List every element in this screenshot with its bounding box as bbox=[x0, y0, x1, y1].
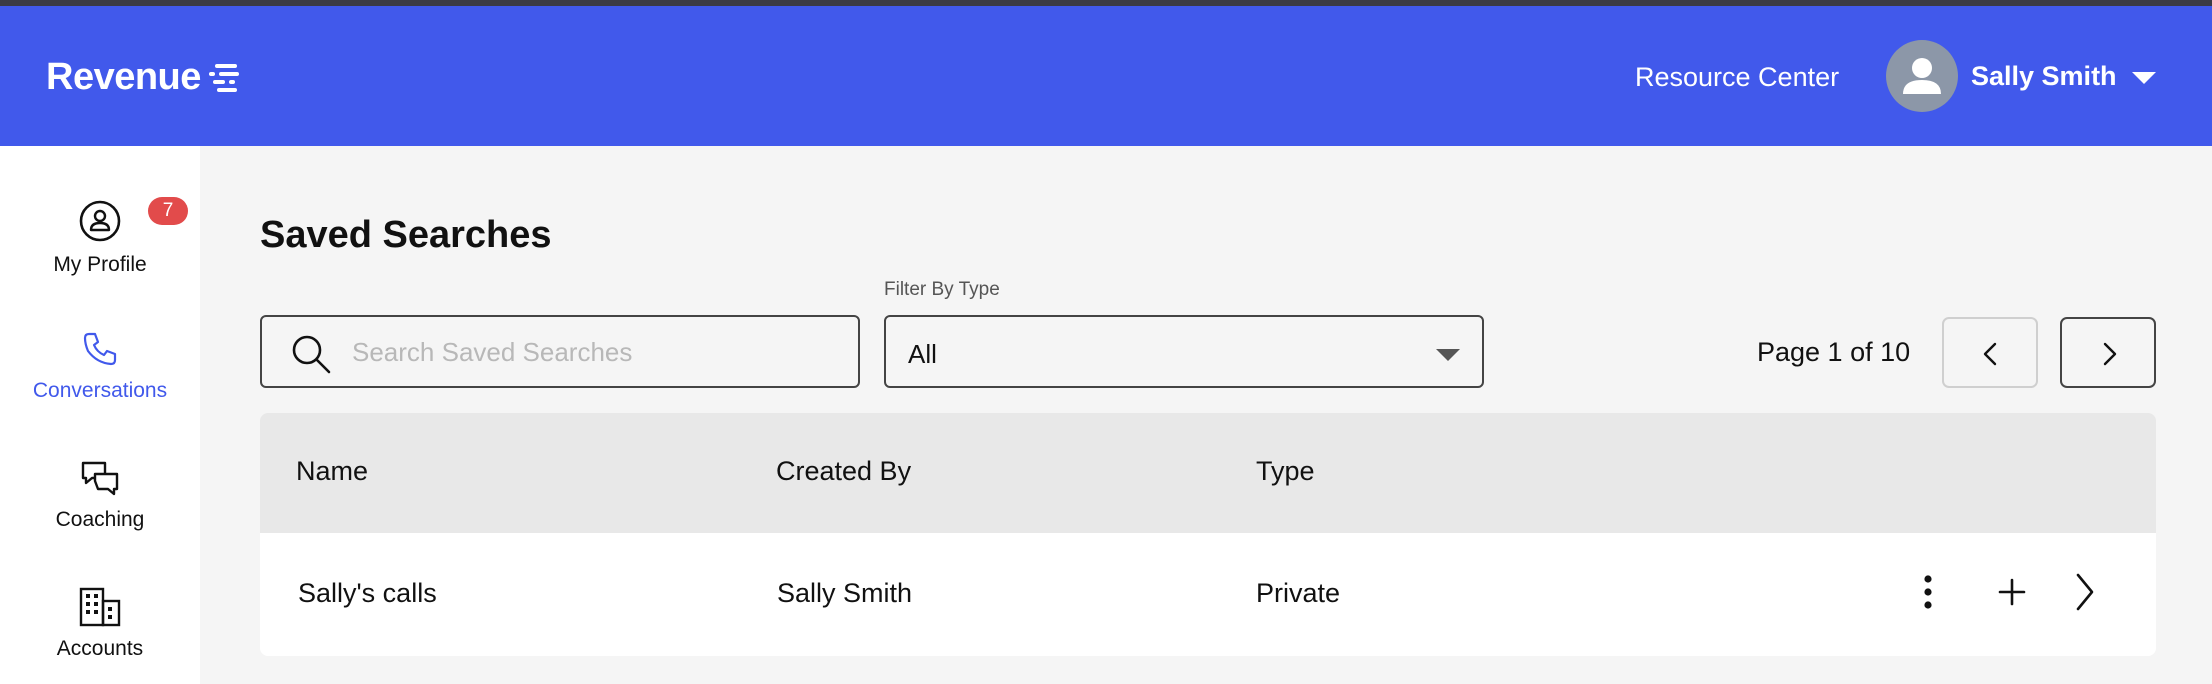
table-row[interactable]: Sally's calls Sally Smith Private bbox=[260, 533, 2156, 656]
sidebar-item-coaching[interactable]: Coaching bbox=[0, 458, 200, 532]
chevron-left-icon bbox=[1983, 342, 1997, 366]
chevron-right-icon bbox=[2103, 342, 2117, 366]
sidebar: My Profile 7 Conversations Coaching Acco… bbox=[0, 146, 200, 684]
person-icon bbox=[1903, 58, 1941, 94]
row-created-by-cell: Sally Smith bbox=[777, 578, 913, 608]
sidebar-item-label: Coaching bbox=[55, 508, 145, 531]
search-icon bbox=[292, 335, 331, 374]
add-icon[interactable] bbox=[1996, 572, 2028, 612]
building-icon bbox=[79, 587, 121, 627]
sidebar-item-label: My Profile bbox=[53, 253, 147, 276]
row-type-cell: Private bbox=[1256, 578, 1341, 608]
sidebar-item-conversations[interactable]: Conversations bbox=[0, 329, 200, 403]
avatar[interactable] bbox=[1886, 40, 1958, 112]
column-header-type[interactable]: Type bbox=[1256, 456, 1315, 487]
pagination-text: Page 1 of 10 bbox=[1757, 337, 1911, 367]
user-circle-icon bbox=[79, 200, 121, 242]
chevron-down-icon[interactable] bbox=[2130, 70, 2158, 86]
chevron-right-icon[interactable] bbox=[2070, 572, 2098, 612]
phone-icon bbox=[83, 332, 117, 366]
sidebar-item-label: Accounts bbox=[56, 637, 144, 660]
filter-selected-value: All bbox=[908, 339, 937, 369]
search-input[interactable] bbox=[352, 329, 832, 375]
page-title: Saved Searches bbox=[260, 214, 552, 256]
sidebar-item-accounts[interactable]: Accounts bbox=[0, 587, 200, 661]
logo-text: Revenue bbox=[46, 56, 201, 98]
sidebar-item-label: Conversations bbox=[32, 379, 168, 402]
more-options-icon[interactable] bbox=[1920, 572, 1936, 612]
notification-badge: 7 bbox=[148, 197, 188, 225]
filter-label: Filter By Type bbox=[884, 279, 1000, 300]
previous-page-button[interactable] bbox=[1942, 317, 2038, 388]
search-box[interactable] bbox=[260, 315, 860, 388]
table-header: Name Created By Type bbox=[260, 413, 2156, 533]
next-page-button[interactable] bbox=[2060, 317, 2156, 388]
caret-down-icon bbox=[1436, 349, 1460, 361]
revenue-logo[interactable]: Revenue bbox=[46, 56, 243, 99]
row-name-cell: Sally's calls bbox=[298, 578, 437, 608]
column-header-created-by[interactable]: Created By bbox=[776, 456, 911, 487]
filter-type-select[interactable]: All bbox=[884, 315, 1484, 388]
logo-lines-icon bbox=[208, 63, 239, 92]
user-name[interactable]: Sally Smith bbox=[1971, 61, 2117, 92]
chat-bubbles-icon bbox=[81, 461, 119, 496]
top-header: Revenue Resource Center Sally Smith bbox=[0, 6, 2212, 146]
resource-center-link[interactable]: Resource Center bbox=[1635, 62, 1839, 93]
column-header-name[interactable]: Name bbox=[296, 456, 368, 487]
